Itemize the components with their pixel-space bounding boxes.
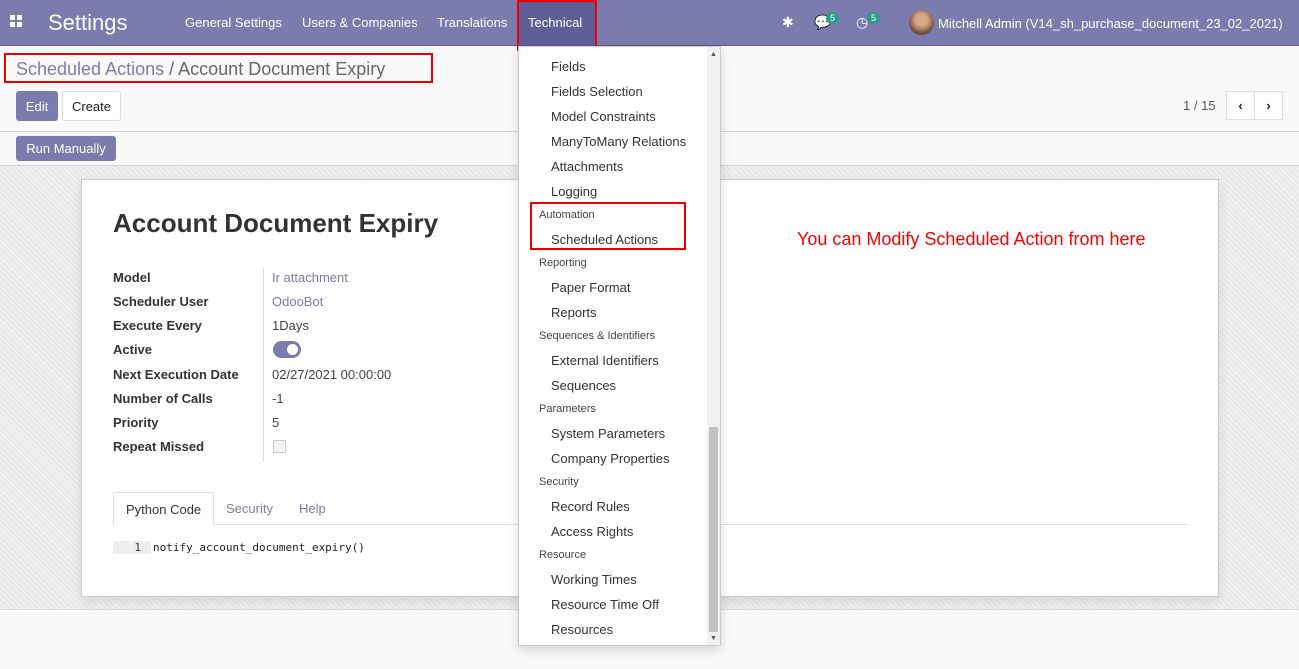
annotation-text: You can Modify Scheduled Action from her… [797,229,1146,249]
top-navbar: Settings General Settings Users & Compan… [0,0,1299,46]
scroll-down-arrow-icon[interactable]: ▼ [710,635,717,642]
menu-item-fields[interactable]: Fields [551,59,586,74]
code-line-number: 1 [113,541,151,554]
record-title: Account Document Expiry [113,208,439,238]
model-link[interactable]: Ir attachment [272,270,348,285]
menu-item-fields-selection[interactable]: Fields Selection [551,84,643,99]
breadcrumb: Scheduled Actions / Account Document Exp… [16,59,385,80]
dropdown-scrollbar[interactable]: ▲ ▼ [707,47,720,645]
priority-value: 5 [272,415,280,430]
debug-bug-icon[interactable]: ✱ [782,14,794,31]
menu-header-parameters: Parameters [539,403,596,415]
menu-item-system-parameters[interactable]: System Parameters [551,426,665,441]
menu-item-company-properties[interactable]: Company Properties [551,451,670,466]
menu-item-paper-format[interactable]: Paper Format [551,280,630,295]
scroll-up-arrow-icon[interactable]: ▲ [710,51,717,58]
menu-item-external-identifiers[interactable]: External Identifiers [551,353,659,368]
tab-security[interactable]: Security [214,492,285,525]
menu-general-settings[interactable]: General Settings [185,15,282,30]
tab-python-code[interactable]: Python Code [113,492,215,525]
menu-item-resource-time-off[interactable]: Resource Time Off [551,597,659,612]
field-divider [263,268,264,462]
app-title: Settings [48,10,128,35]
label-active: Active [113,342,153,357]
apps-menu-icon[interactable] [10,15,22,27]
label-execute-every: Execute Every [113,318,202,333]
breadcrumb-current: Account Document Expiry [178,59,386,79]
edit-button[interactable]: Edit [16,91,58,121]
messages-badge: 5 [826,12,840,24]
technical-dropdown-menu: Fields Fields Selection Model Constraint… [518,46,721,646]
activities-badge: 5 [867,12,881,24]
python-code-editor[interactable]: notify_account_document_expiry() [153,541,365,554]
pager-next-button[interactable]: › [1254,91,1283,120]
run-manually-button[interactable]: Run Manually [16,136,116,161]
menu-item-attachments[interactable]: Attachments [551,159,623,174]
menu-item-model-constraints[interactable]: Model Constraints [551,109,656,124]
menu-item-record-rules[interactable]: Record Rules [551,499,630,514]
menu-item-working-times[interactable]: Working Times [551,572,637,587]
create-button[interactable]: Create [62,91,121,121]
label-number-of-calls: Number of Calls [113,391,213,406]
user-menu[interactable]: Mitchell Admin (V14_sh_purchase_document… [938,16,1283,31]
label-model: Model [113,270,151,285]
menu-header-resource: Resource [539,549,587,561]
label-next-execution-date: Next Execution Date [113,367,239,382]
menu-translations[interactable]: Translations [437,15,507,30]
label-priority: Priority [113,415,159,430]
menu-item-resources[interactable]: Resources [551,622,613,637]
user-avatar[interactable] [909,10,934,35]
menu-header-security: Security [539,476,579,488]
next-execution-date-value: 02/27/2021 00:00:00 [272,367,392,382]
menu-item-access-rights[interactable]: Access Rights [551,524,633,539]
menu-item-sequences[interactable]: Sequences [551,378,616,393]
menu-item-scheduled-actions[interactable]: Scheduled Actions [551,232,658,247]
menu-header-reporting: Reporting [539,257,587,269]
menu-item-reports[interactable]: Reports [551,305,597,320]
number-of-calls-value: -1 [272,391,284,406]
menu-item-logging[interactable]: Logging [551,184,597,199]
label-repeat-missed: Repeat Missed [113,439,205,454]
breadcrumb-separator: / [169,59,175,79]
scheduler-user-link[interactable]: OdooBot [272,294,323,309]
pager-value: 1 / 15 [1183,98,1216,113]
label-scheduler-user: Scheduler User [113,294,209,309]
menu-technical[interactable]: Technical [528,15,582,30]
menu-header-automation: Automation [539,209,595,221]
pager-previous-button[interactable]: ‹ [1226,91,1255,120]
tab-help[interactable]: Help [287,492,338,525]
execute-every-value: 1Days [272,318,309,333]
repeat-missed-checkbox[interactable] [273,440,286,453]
menu-item-many2many-relations[interactable]: ManyToMany Relations [551,134,686,149]
scrollbar-thumb[interactable] [709,427,718,632]
menu-header-sequences: Sequences & Identifiers [539,330,656,342]
breadcrumb-scheduled-actions[interactable]: Scheduled Actions [16,59,164,79]
active-toggle[interactable] [273,341,301,358]
menu-users-companies[interactable]: Users & Companies [302,15,418,30]
